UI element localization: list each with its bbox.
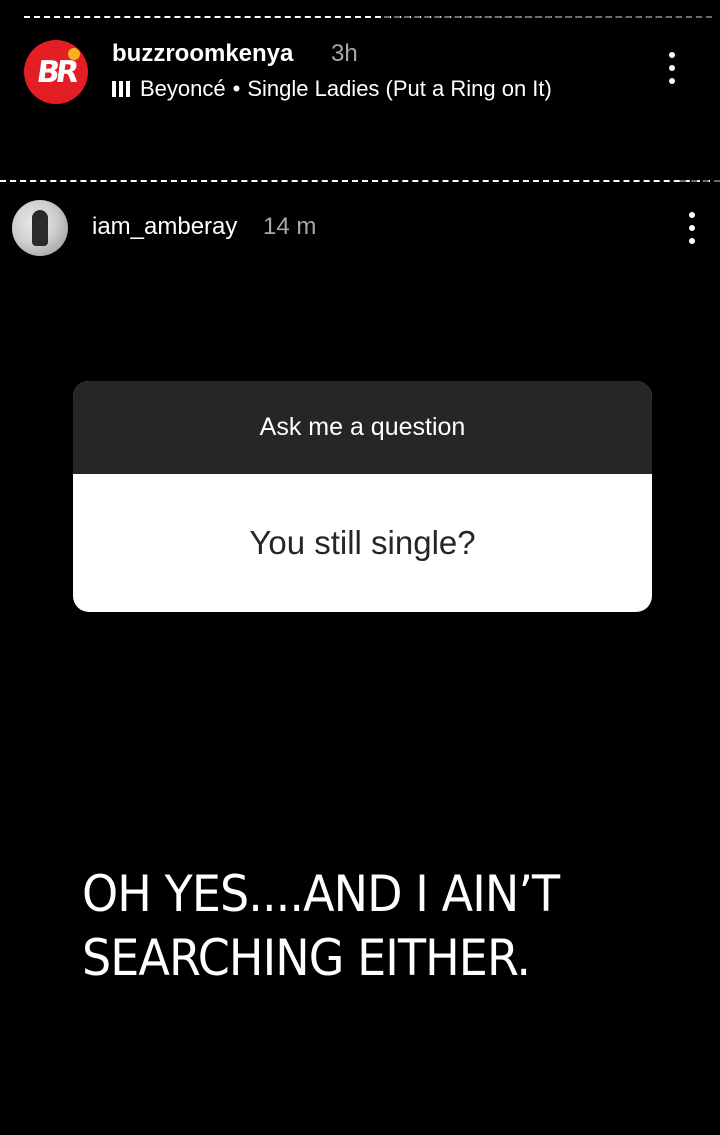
story-caption: OH YES....AND I AIN’T SEARCHING EITHER. <box>82 862 652 990</box>
reshared-story-progress-remaining <box>680 180 720 182</box>
caption-line-2: SEARCHING EITHER. <box>82 929 531 987</box>
reshared-story-progress-bar <box>0 180 720 182</box>
music-artist: Beyoncé <box>140 76 226 101</box>
user-avatar[interactable] <box>12 200 68 256</box>
music-separator: • <box>232 76 241 101</box>
reshared-timestamp: 14 m <box>263 213 317 240</box>
story-progress-remaining <box>384 16 712 18</box>
caption-line-1: OH YES....AND I AIN’T <box>82 865 560 923</box>
buzzroom-logo-avatar[interactable]: BR <box>24 40 88 104</box>
music-song-title: Single Ladies (Put a Ring on It) <box>247 76 552 101</box>
story-timestamp: 3h <box>331 40 358 67</box>
logo-mark: BR <box>34 54 78 90</box>
question-sticker-header: Ask me a question <box>73 381 652 474</box>
question-sticker-text: You still single? <box>249 524 476 561</box>
story-header: BR buzzroomkenya 3h Beyoncé • Single Lad… <box>0 36 720 106</box>
more-options-icon[interactable] <box>688 212 696 244</box>
music-attribution[interactable]: Beyoncé • Single Ladies (Put a Ring on I… <box>112 76 552 102</box>
reshared-username[interactable]: iam_amberay <box>92 213 237 241</box>
avatar-figure <box>32 210 48 246</box>
more-options-icon[interactable] <box>668 52 676 84</box>
story-username[interactable]: buzzroomkenya <box>112 40 293 68</box>
music-bars-icon <box>112 81 130 97</box>
story-progress-bar <box>24 16 712 18</box>
logo-dot <box>68 48 80 60</box>
question-sticker[interactable]: Ask me a question You still single? <box>73 381 652 612</box>
reshared-story-header: iam_amberay 14 m <box>0 196 720 260</box>
